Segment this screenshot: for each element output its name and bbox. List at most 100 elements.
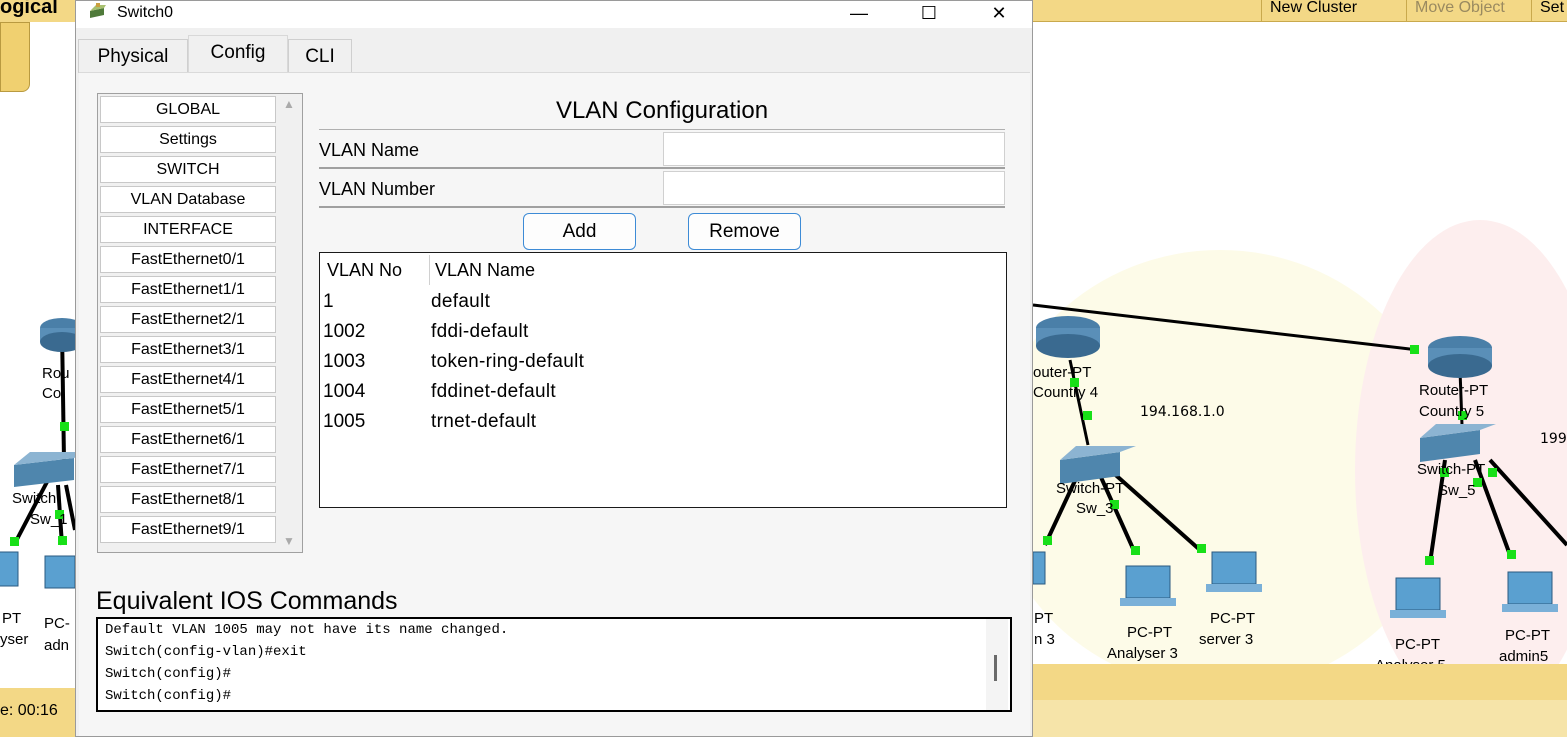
ios-line: Switch(config-vlan)#exit — [105, 644, 307, 660]
nav-item-interface[interactable]: INTERFACE — [100, 216, 276, 243]
vlan-config-title: VLAN Configuration — [555, 97, 769, 124]
switch-app-icon — [90, 3, 106, 18]
ios-line: Switch(config)# — [105, 666, 232, 682]
status-bar-right-inner — [1033, 700, 1567, 737]
vlan-table: VLAN No VLAN Name 1 default 1002 fddi-de… — [319, 252, 1007, 508]
server3-label-2: server 3 — [1199, 631, 1254, 648]
table-row[interactable]: 1 default — [320, 289, 1006, 319]
table-row[interactable]: 1002 fddi-default — [320, 319, 1006, 349]
vlan-number-input[interactable] — [663, 171, 1005, 205]
analyser3-label-1: PC-PT — [1127, 624, 1172, 641]
pc-icon-right-a — [1032, 551, 1046, 585]
pc-icon-analyser5 — [1390, 577, 1446, 618]
remove-vlan-button[interactable]: Remove — [688, 213, 801, 250]
router-icon-country5 — [1428, 336, 1492, 378]
ios-commands-output[interactable]: Default VLAN 1005 may not have its name … — [96, 617, 1012, 712]
analyser5-label-2: Analyser 5 — [1375, 656, 1446, 664]
config-nav-list: GLOBAL Settings SWITCH VLAN Database INT… — [97, 93, 303, 553]
ios-line: Default VLAN 1005 may not have its name … — [105, 622, 509, 638]
nav-item-fastethernet3[interactable]: FastEthernet3/1 — [100, 336, 276, 363]
nav-item-fastethernet7[interactable]: FastEthernet7/1 — [100, 456, 276, 483]
network-address-194: 194.168.1.0 — [1140, 404, 1225, 420]
vlan-no-cell: 1003 — [323, 351, 366, 372]
nav-item-fastethernet6[interactable]: FastEthernet6/1 — [100, 426, 276, 453]
scroll-up-icon[interactable]: ▲ — [283, 97, 295, 111]
vlan-no-cell: 1004 — [323, 381, 366, 402]
nav-item-global[interactable]: GLOBAL — [100, 96, 276, 123]
ios-scroll-thumb[interactable] — [994, 655, 997, 681]
pc-icon-server3 — [1206, 551, 1262, 592]
switch-config-window: Switch0 — ☐ ✕ Physical Config CLI GLOBAL… — [75, 0, 1033, 737]
pc-icon-analyser3 — [1120, 565, 1176, 606]
vlan-name-input[interactable] — [663, 132, 1005, 166]
vlan-number-underline — [319, 206, 1005, 208]
ios-commands-title: Equivalent IOS Commands — [96, 587, 398, 615]
router4-label-1: outer-PT — [1033, 364, 1092, 381]
admin5-label-1: PC-PT — [1505, 627, 1550, 644]
switch5-label-2: Sw_5 — [1438, 482, 1476, 499]
minimize-icon[interactable]: — — [836, 1, 882, 28]
router5-label-1: Router-PT — [1419, 382, 1489, 399]
tab-cli[interactable]: CLI — [288, 39, 352, 73]
vlan-name-cell: default — [431, 291, 491, 312]
status-bar-left: e: 00:16 — [0, 688, 75, 737]
network-address-199: 199 — [1540, 431, 1567, 447]
nav-item-fastethernet9[interactable]: FastEthernet9/1 — [100, 516, 276, 543]
vlan-name-cell: fddinet-default — [431, 381, 556, 402]
close-icon[interactable]: ✕ — [976, 1, 1022, 28]
nav-item-switch[interactable]: SWITCH — [100, 156, 276, 183]
pc-icon-admin5 — [1502, 571, 1558, 612]
vlan-name-underline — [319, 167, 1005, 169]
pc-icon-left-1 — [0, 551, 19, 587]
switch3-label-1: Switch-PT — [1056, 480, 1125, 497]
nav-item-settings[interactable]: Settings — [100, 126, 276, 153]
nav-item-vlan-database[interactable]: VLAN Database — [100, 186, 276, 213]
title-divider — [319, 129, 1005, 130]
router5-label-2: Country 5 — [1419, 403, 1485, 420]
vlan-number-label: VLAN Number — [319, 179, 436, 199]
table-row[interactable]: 1005 trnet-default — [320, 409, 1006, 439]
scroll-down-icon[interactable]: ▼ — [283, 534, 295, 548]
time-label: e: 00:16 — [0, 702, 58, 719]
maximize-icon[interactable]: ☐ — [906, 1, 952, 28]
pc-label-left-4: adn — [44, 637, 70, 654]
nav-item-fastethernet2[interactable]: FastEthernet2/1 — [100, 306, 276, 333]
config-pane: GLOBAL Settings SWITCH VLAN Database INT… — [79, 72, 1030, 736]
pc-label-left-3: PC- — [44, 615, 70, 632]
switch3-label-2: Sw_3 — [1076, 500, 1114, 517]
table-row[interactable]: 1003 token-ring-default — [320, 349, 1006, 379]
analyser3-label-2: Analyser 3 — [1107, 645, 1178, 662]
vlan-name-cell: token-ring-default — [431, 351, 585, 372]
add-vlan-button[interactable]: Add — [523, 213, 636, 250]
column-header-vlan-no[interactable]: VLAN No — [327, 260, 402, 281]
window-titlebar[interactable]: Switch0 — ☐ ✕ — [76, 1, 1032, 28]
window-title: Switch0 — [117, 4, 174, 21]
pc-label-left-2: yser — [0, 631, 29, 648]
ios-line: Switch(config)# — [105, 688, 232, 704]
nav-item-fastethernet8[interactable]: FastEthernet8/1 — [100, 486, 276, 513]
nav-item-fastethernet1[interactable]: FastEthernet1/1 — [100, 276, 276, 303]
column-header-vlan-name[interactable]: VLAN Name — [435, 260, 535, 281]
ios-scrollbar[interactable] — [986, 619, 1008, 710]
switch-label-left-1: Switch — [12, 490, 57, 507]
router-label-left-1: Rou — [42, 365, 70, 382]
router-label-left-2: Co — [42, 385, 62, 402]
pc-icon-left-2 — [44, 555, 76, 589]
router-icon-country4 — [1036, 316, 1100, 358]
server3-label-1: PC-PT — [1210, 610, 1255, 627]
nav-scrollbar[interactable]: ▲ ▼ — [279, 94, 301, 552]
pc-right-label-1: PT — [1034, 610, 1054, 627]
router4-label-2: Country 4 — [1033, 384, 1099, 401]
switch5-label-1: Switch-PT — [1417, 461, 1486, 478]
column-separator[interactable] — [429, 255, 430, 285]
table-row[interactable]: 1004 fddinet-default — [320, 379, 1006, 409]
vlan-no-cell: 1 — [323, 291, 334, 312]
tab-config[interactable]: Config — [188, 35, 288, 73]
pc-label-left-1: PT — [2, 610, 22, 627]
nav-item-fastethernet0[interactable]: FastEthernet0/1 — [100, 246, 276, 273]
nav-item-fastethernet5[interactable]: FastEthernet5/1 — [100, 396, 276, 423]
nav-item-fastethernet4[interactable]: FastEthernet4/1 — [100, 366, 276, 393]
tab-physical[interactable]: Physical — [78, 39, 188, 73]
pc-right-label-2: n 3 — [1034, 631, 1055, 648]
analyser5-label-1: PC-PT — [1395, 636, 1440, 653]
